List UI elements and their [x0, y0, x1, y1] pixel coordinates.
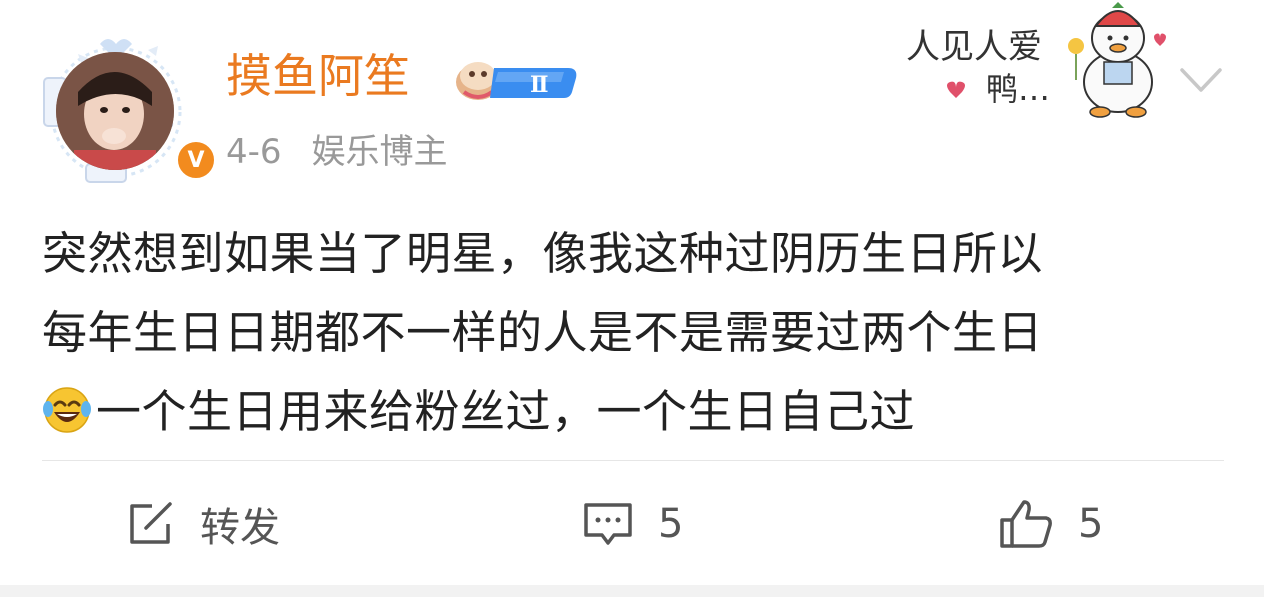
comment-count: 5 [658, 501, 684, 547]
comment-icon [584, 503, 632, 545]
sticker-text-1: 人见人爱 [906, 27, 1042, 67]
post-content-line-3: 一个生日用来给粉丝过，一个生日自己过 [96, 385, 916, 438]
like-button[interactable]: 5 [998, 494, 1103, 554]
thumbs-up-icon [1000, 500, 1052, 548]
verified-badge-icon: V [174, 138, 218, 182]
post-content-line-3-wrap: 一个生日用来给粉丝过，一个生日自己过 [42, 372, 1232, 451]
post-content-line-2: 每年生日日期都不一样的人是不是需要过两个生日 [42, 306, 1044, 359]
sticker-text-2: 鸭… [986, 70, 1050, 108]
repost-button[interactable]: 转发 [126, 494, 280, 554]
laughing-crying-emoji-icon [43, 387, 91, 433]
post-content-line-1: 突然想到如果当了明星，像我这种过阴历生日所以 [42, 227, 1044, 280]
repost-icon [130, 502, 172, 544]
post-meta: 4-6 娱乐博主 [226, 128, 478, 176]
avatar[interactable] [56, 52, 174, 170]
level-badge-text: Ⅱ [530, 72, 549, 98]
repost-label: 转发 [200, 505, 280, 551]
bottom-spacer [0, 585, 1264, 597]
divider [42, 460, 1224, 461]
comment-button[interactable]: 5 [582, 494, 683, 554]
post-content: 突然想到如果当了明星，像我这种过阴历生日所以 每年生日日期都不一样的人是不是需要… [42, 214, 1232, 451]
like-count: 5 [1078, 501, 1104, 547]
author-name[interactable]: 摸鱼阿笙 [226, 46, 410, 106]
author-category: 娱乐博主 [311, 132, 448, 172]
decorative-duck-sticker: 人见人爱 鸭… [906, 2, 1166, 118]
weibo-post-card: 睡 比 V 摸鱼阿笙 Ⅱ 4-6 娱乐博主 [0, 0, 1264, 585]
avatar-portrait [56, 52, 174, 170]
avatar-container[interactable]: 睡 比 V [38, 30, 218, 190]
post-date: 4-6 [226, 132, 282, 172]
level-badge-icon: Ⅱ [456, 62, 577, 100]
chevron-down-icon[interactable] [1178, 62, 1224, 98]
